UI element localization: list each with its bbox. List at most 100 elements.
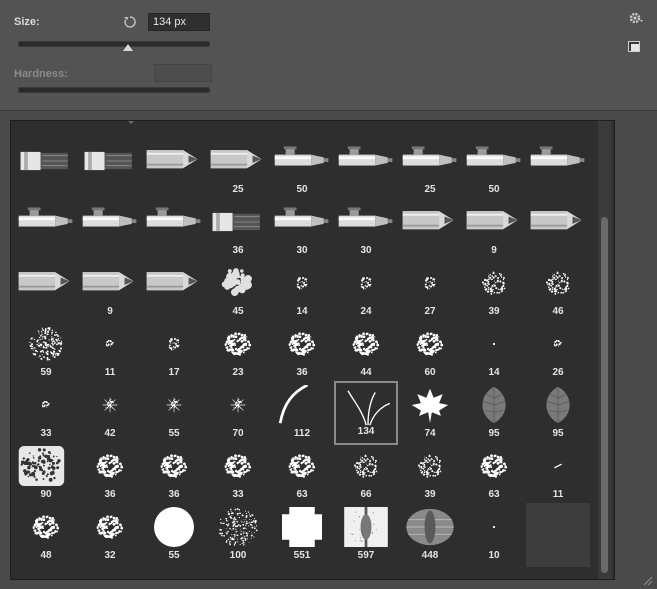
brush-preset[interactable]: 66	[334, 442, 398, 506]
brush-preset[interactable]: 112	[270, 381, 334, 445]
brush-preset[interactable]: 10	[462, 503, 526, 567]
brush-preset[interactable]	[334, 137, 398, 201]
brush-leaf-icon	[482, 386, 506, 424]
brush-preset[interactable]: 134	[334, 381, 398, 445]
brush-preset[interactable]: 95	[526, 381, 590, 445]
brush-pencil-icon	[402, 211, 454, 230]
brush-preset[interactable]: 11	[526, 442, 590, 506]
reset-icon[interactable]	[123, 15, 137, 29]
brush-preset[interactable]: 39	[398, 442, 462, 506]
brush-preset[interactable]	[142, 198, 206, 262]
brush-preset[interactable]: 27	[398, 259, 462, 323]
brush-preset[interactable]: 448	[398, 503, 462, 567]
brush-preset[interactable]	[526, 198, 590, 262]
brush-preset[interactable]: 48	[14, 503, 78, 567]
brush-preset[interactable]: 9	[462, 198, 526, 262]
brush-preset[interactable]: 25	[398, 137, 462, 201]
brush-preset[interactable]: 36	[142, 442, 206, 506]
brush-preset[interactable]: 32	[78, 503, 142, 567]
brush-preset[interactable]: 60	[398, 320, 462, 384]
brush-preset[interactable]: 36	[206, 198, 270, 262]
brush-preset[interactable]	[14, 259, 78, 323]
brush-preset[interactable]: 24	[334, 259, 398, 323]
brush-preset[interactable]: 30	[270, 198, 334, 262]
brush-preset[interactable]: 95	[462, 381, 526, 445]
collapse-notch-icon[interactable]	[127, 121, 135, 124]
brush-size-label: 90	[40, 489, 52, 500]
size-slider[interactable]	[18, 41, 210, 47]
brush-preset[interactable]: 26	[526, 320, 590, 384]
brush-size-label: 55	[168, 428, 180, 439]
brush-preset[interactable]: 45	[206, 259, 270, 323]
gear-icon[interactable]	[628, 11, 644, 25]
brush-size-label: 36	[168, 489, 180, 500]
brush-spray-m-icon	[482, 271, 506, 295]
brush-preset[interactable]: 33	[206, 442, 270, 506]
brush-preset[interactable]	[78, 137, 142, 201]
brush-preset[interactable]	[14, 198, 78, 262]
brush-preset[interactable]	[78, 198, 142, 262]
brush-preset[interactable]: 63	[462, 442, 526, 506]
brush-size-label: 46	[552, 306, 564, 317]
brush-preset[interactable]: 42	[78, 381, 142, 445]
brush-marker-icon	[274, 146, 329, 166]
brush-star-icon	[230, 397, 246, 413]
brush-size-label: 50	[488, 184, 500, 195]
brush-preset[interactable]: 44	[334, 320, 398, 384]
size-slider-thumb[interactable]	[123, 44, 133, 51]
brush-size-label: 44	[360, 367, 372, 378]
brush-spray-m-icon	[354, 454, 378, 478]
brush-preset[interactable]: 17	[142, 320, 206, 384]
brush-preset[interactable]: 23	[206, 320, 270, 384]
brush-preset[interactable]: 55	[142, 381, 206, 445]
brush-preset[interactable]: 46	[526, 259, 590, 323]
brush-preset[interactable]: 50	[270, 137, 334, 201]
brush-preset[interactable]: 36	[78, 442, 142, 506]
brush-preset[interactable]: 90	[14, 442, 78, 506]
scrollbar-thumb[interactable]	[601, 217, 608, 573]
brush-maple-icon	[411, 388, 449, 424]
size-input[interactable]: 134 px	[148, 13, 210, 31]
brush-size-label: 63	[488, 489, 500, 500]
brush-chalk-icon	[32, 515, 60, 539]
brush-preset[interactable]	[526, 137, 590, 201]
hardness-input	[154, 64, 212, 82]
brush-preset[interactable]: 30	[334, 198, 398, 262]
brush-preset[interactable]: 36	[270, 320, 334, 384]
brush-preset[interactable]: 9	[78, 259, 142, 323]
brush-preset[interactable]	[142, 259, 206, 323]
brush-preset[interactable]	[14, 137, 78, 201]
brush-preset[interactable]: 11	[78, 320, 142, 384]
brush-smear-icon	[20, 151, 68, 171]
brush-preset[interactable]: 59	[14, 320, 78, 384]
brush-size-label: 25	[232, 184, 244, 195]
brush-preset[interactable]	[142, 137, 206, 201]
brush-preset[interactable]: 74	[398, 381, 462, 445]
brush-preset[interactable]: 55	[142, 503, 206, 567]
brush-preset[interactable]: 551	[270, 503, 334, 567]
panel-menu-icon[interactable]	[628, 41, 640, 52]
resize-grip-icon[interactable]	[641, 574, 653, 586]
brush-marker-icon	[530, 146, 585, 166]
scrollbar[interactable]	[598, 121, 612, 579]
brush-marker-icon	[82, 207, 137, 227]
brush-size-label: 100	[229, 550, 247, 561]
brush-preset[interactable]: 63	[270, 442, 334, 506]
brush-preset[interactable]: 14	[462, 320, 526, 384]
brush-marker-icon	[18, 207, 73, 227]
brush-size-label: 66	[360, 489, 372, 500]
brush-preset[interactable]: 100	[206, 503, 270, 567]
brush-preset[interactable]: 597	[334, 503, 398, 567]
empty-slot	[526, 503, 590, 567]
brush-preset[interactable]	[398, 198, 462, 262]
brush-preset[interactable]: 50	[462, 137, 526, 201]
brush-size-label: 24	[360, 306, 372, 317]
brush-preset[interactable]: 14	[270, 259, 334, 323]
brush-chalk-icon	[480, 454, 508, 478]
brush-preset[interactable]: 70	[206, 381, 270, 445]
brush-size-label: 26	[552, 367, 564, 378]
brush-preset[interactable]: 25	[206, 137, 270, 201]
brush-preset[interactable]: 33	[14, 381, 78, 445]
brush-preset[interactable]: 39	[462, 259, 526, 323]
brush-size-label: 36	[296, 367, 308, 378]
